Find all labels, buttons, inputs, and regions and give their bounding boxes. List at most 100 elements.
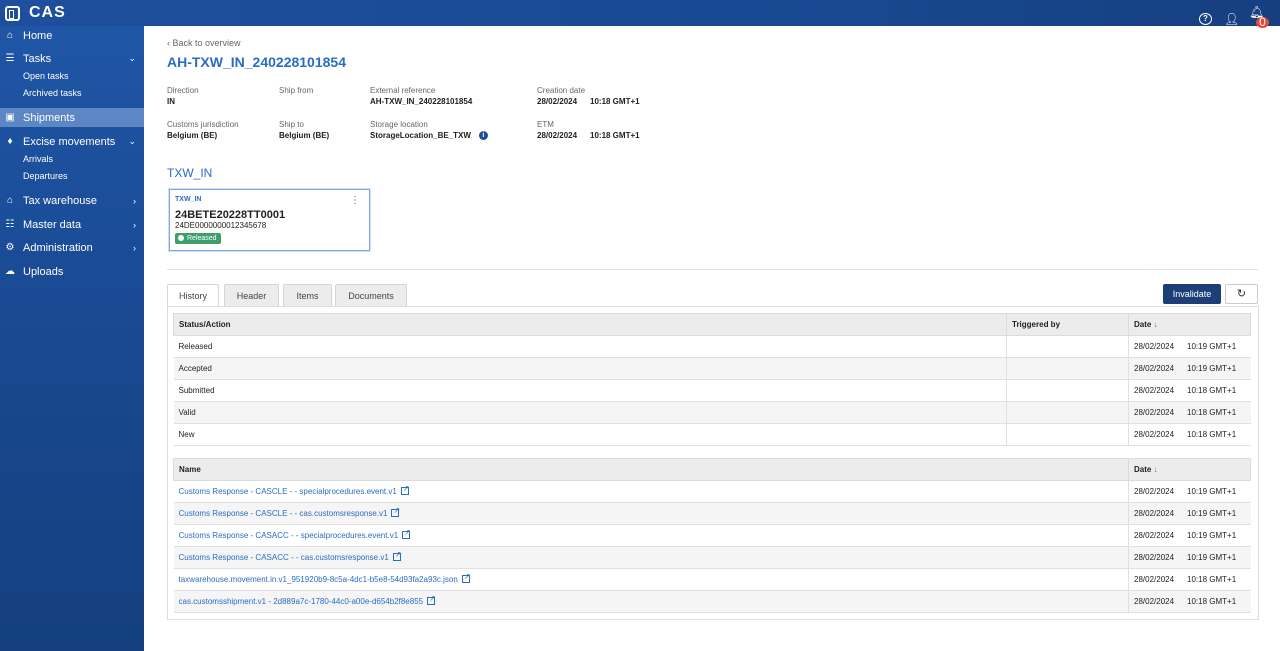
table-row: cas.customsshipment.v1 - 2d889a7c-1780-4… [173,590,1251,613]
date-cell: 28/02/2024 10:18 GMT+1 [1128,379,1251,402]
table-row: New 28/02/2024 10:18 GMT+1 [173,423,1251,446]
creation-date-label: Creation date [537,86,586,95]
status-cell: New [173,423,1007,446]
date-value: 28/02/2024 [1134,408,1175,417]
time-value: 10:19 GMT+1 [1187,531,1237,540]
sidebar-item-tasks[interactable]: ☰ Tasks ⌄ [0,49,144,68]
refresh-button[interactable]: ↻ [1225,284,1258,304]
date-value: 28/02/2024 [1134,575,1175,584]
home-icon: ⌂ [6,30,14,41]
table-row: Customs Response - CASACC - - cas.custom… [173,546,1251,569]
column-header-name[interactable]: Name [173,458,1129,481]
tab-documents[interactable]: Documents [335,284,407,306]
creation-date-value: 28/02/2024 10:18 GMT+1 [537,97,640,106]
card-reference: 24DE0000000012345678 [175,221,267,230]
kebab-menu-icon[interactable]: ⋮ [350,195,360,206]
sidebar-item-label: Tax warehouse [23,194,97,207]
sidebar-item-label: Uploads [23,265,64,278]
document-link[interactable]: Customs Response - CASACC - - specialpro… [173,524,1129,547]
date-cell: 28/02/2024 10:19 GMT+1 [1128,357,1251,380]
date-value: 28/02/2024 [1134,509,1175,518]
info-icon[interactable]: i [478,131,488,141]
divider [167,269,1258,270]
sidebar-item-shipments[interactable]: ▣ Shipments [0,108,144,127]
sidebar-subitem-departures[interactable]: Departures [23,171,68,181]
external-link-icon [461,572,471,583]
sidebar-item-master-data[interactable]: ☷ Master data › [0,215,144,234]
document-link-label: Customs Response - CASCLE - - cas.custom… [178,509,388,518]
document-link[interactable]: Customs Response - CASACC - - cas.custom… [173,546,1129,569]
document-link-label: cas.customsshipment.v1 - 2d889a7c-1780-4… [178,597,424,606]
sidebar-item-label: Administration [23,241,93,254]
sidebar-item-uploads[interactable]: ☁ Uploads [0,262,144,281]
column-header-triggered-by[interactable]: Triggered by [1006,313,1129,336]
table-row: Customs Response - CASCLE - - cas.custom… [173,502,1251,525]
card-id: 24BETE20228TT0001 [175,209,286,221]
status-badge: Released [175,233,221,244]
back-link[interactable]: ‹ Back to overview [167,38,241,48]
movement-card[interactable]: TXW_IN ⋮ 24BETE20228TT0001 24DE000000001… [169,189,370,251]
triggered-by-cell [1006,357,1129,380]
time-value: 10:18 GMT+1 [1187,430,1237,439]
sidebar-item-tax-warehouse[interactable]: ⌂ Tax warehouse › [0,191,144,210]
date-value: 28/02/2024 [1134,364,1175,373]
tasks-icon: ☰ [5,53,15,64]
sidebar-subitem-open-tasks[interactable]: Open tasks [23,71,69,81]
app-logo[interactable]: CAS [5,4,66,22]
date-cell: 28/02/2024 10:19 GMT+1 [1128,502,1251,525]
main-content: ‹ Back to overview AH-TXW_IN_24022810185… [144,26,1280,651]
refresh-icon: ↻ [1236,288,1247,300]
sidebar-item-administration[interactable]: ⚙ Administration › [0,238,144,257]
column-header-date[interactable]: Date ↓ [1128,458,1251,481]
etm-value: 28/02/2024 10:18 GMT+1 [537,131,640,140]
external-reference-label: External reference [370,86,436,95]
triggered-by-cell [1006,379,1129,402]
document-link[interactable]: Customs Response - CASCLE - - cas.custom… [173,502,1129,525]
status-cell: Released [173,335,1007,358]
table-row: Released 28/02/2024 10:19 GMT+1 [173,335,1251,358]
warehouse-icon: ⌂ [6,195,14,206]
user-icon[interactable]: 👤︎ [1224,12,1239,26]
table-row: taxwarehouse.movement.in.v1_951920b9-8c5… [173,568,1251,591]
ship-to-value: Belgium (BE) [279,131,330,140]
date-value: 28/02/2024 [1134,531,1175,540]
chevron-left-icon: ‹ [167,38,170,48]
sidebar-subitem-arrivals[interactable]: Arrivals [23,154,53,164]
sidebar-subitem-archived-tasks[interactable]: Archived tasks [23,88,82,98]
shipments-icon: ▣ [5,112,15,123]
document-link-label: Customs Response - CASCLE - - specialpro… [178,487,397,496]
chevron-right-icon: › [133,242,136,253]
upload-icon: ☁ [5,266,15,277]
document-link-label: taxwarehouse.movement.in.v1_951920b9-8c5… [178,575,458,584]
tab-history[interactable]: History [167,284,219,307]
sidebar-item-home[interactable]: ⌂ Home [0,26,144,45]
column-header-status[interactable]: Status/Action [173,313,1007,336]
tab-items[interactable]: Items [283,284,332,306]
help-icon[interactable]: ? [1199,13,1212,25]
administration-icon: ⚙ [5,242,15,253]
column-header-date-label: Date [1134,320,1152,329]
etm-time: 10:18 GMT+1 [590,131,640,140]
top-bar: CAS ? 👤︎ 🔔︎0 [0,0,1280,28]
date-cell: 28/02/2024 10:19 GMT+1 [1128,335,1251,358]
external-link-icon [392,550,401,561]
tab-header[interactable]: Header [224,284,279,306]
date-cell: 28/02/2024 10:19 GMT+1 [1128,524,1251,547]
document-link[interactable]: cas.customsshipment.v1 - 2d889a7c-1780-4… [173,590,1129,613]
column-header-date-label: Date [1134,465,1152,474]
document-link[interactable]: taxwarehouse.movement.in.v1_951920b9-8c5… [173,568,1129,591]
invalidate-button[interactable]: Invalidate [1163,284,1221,304]
column-header-date[interactable]: Date ↓ [1128,313,1251,336]
document-link[interactable]: Customs Response - CASCLE - - specialpro… [173,480,1129,503]
date-cell: 28/02/2024 10:18 GMT+1 [1128,590,1251,613]
master-data-icon: ☷ [5,219,15,230]
time-value: 10:19 GMT+1 [1187,364,1237,373]
time-value: 10:18 GMT+1 [1187,575,1237,584]
chevron-down-icon: ⌄ [128,136,136,146]
table-row: Accepted 28/02/2024 10:19 GMT+1 [173,357,1251,380]
sidebar-item-excise-movements[interactable]: ♦ Excise movements ⌄ [0,132,144,151]
page-title: AH-TXW_IN_240228101854 [167,54,346,70]
sidebar: ⌂ Home ☰ Tasks ⌄ Open tasks Archived tas… [0,26,144,651]
external-reference-value: AH-TXW_IN_240228101854 [370,97,473,106]
direction-value: IN [167,97,175,106]
